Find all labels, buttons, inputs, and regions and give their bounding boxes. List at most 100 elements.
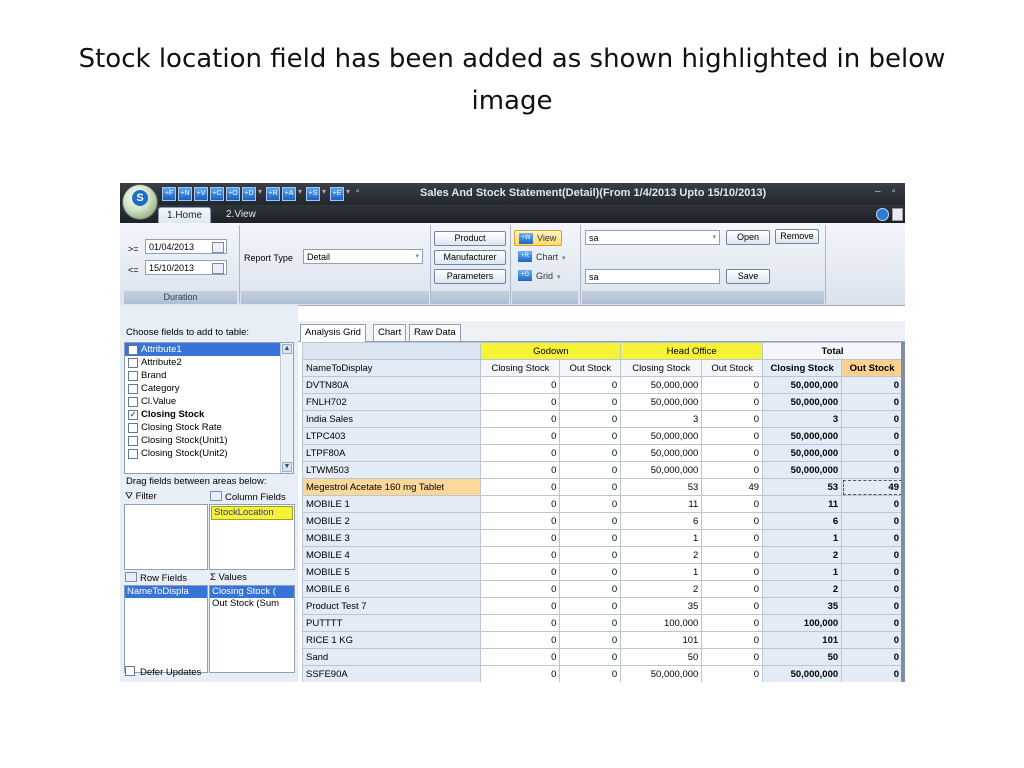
cell-t-os[interactable]: 0: [841, 665, 903, 682]
application-menu-button[interactable]: S: [122, 184, 158, 220]
cell-h-cs[interactable]: 1: [620, 529, 703, 547]
row-label[interactable]: India Sales: [301, 410, 482, 428]
cell-h-os[interactable]: 0: [701, 648, 764, 666]
cell-g-cs[interactable]: 0: [480, 563, 561, 581]
checkbox[interactable]: [128, 436, 138, 446]
row-label[interactable]: DVTN80A: [301, 376, 482, 394]
cell-h-os[interactable]: 0: [701, 563, 764, 581]
cell-h-cs[interactable]: 2: [620, 546, 703, 564]
cell-g-os[interactable]: 0: [559, 461, 622, 479]
row-header-label[interactable]: NameToDisplay: [301, 359, 482, 377]
cell-t-cs[interactable]: 6: [762, 512, 843, 530]
cell-h-cs[interactable]: 53: [620, 478, 703, 496]
tab-home[interactable]: 1.Home: [158, 207, 212, 224]
to-date-picker[interactable]: 15/10/2013: [145, 260, 227, 275]
cell-g-os[interactable]: 0: [559, 376, 622, 394]
cell-h-cs[interactable]: 35: [620, 597, 703, 615]
row-label[interactable]: LTPF80A: [301, 444, 482, 462]
cell-t-os[interactable]: 0: [841, 393, 903, 411]
cell-t-os[interactable]: 0: [841, 546, 903, 564]
manufacturer-button[interactable]: Manufacturer: [434, 250, 506, 265]
cell-t-cs[interactable]: 2: [762, 580, 843, 598]
cell-t-os[interactable]: 0: [841, 461, 903, 479]
row-fields-drop-zone[interactable]: NameToDispla: [124, 585, 208, 673]
quick-access-icon-3[interactable]: +V: [194, 187, 208, 201]
cell-t-cs[interactable]: 50: [762, 648, 843, 666]
quick-access-dropdown-icon-3[interactable]: ▾: [322, 187, 326, 196]
cell-g-cs[interactable]: 0: [480, 614, 561, 632]
customize-quick-access-icon[interactable]: ▫: [356, 186, 360, 197]
cell-g-cs[interactable]: 0: [480, 410, 561, 428]
row-label[interactable]: MOBILE 3: [301, 529, 482, 547]
tab-chart[interactable]: Chart: [373, 324, 407, 341]
parameters-button[interactable]: Parameters: [434, 269, 506, 284]
cell-t-os[interactable]: 0: [841, 580, 903, 598]
cell-h-os[interactable]: 0: [701, 393, 764, 411]
field-item[interactable]: Attribute1: [125, 343, 293, 356]
cell-g-os[interactable]: 0: [559, 427, 622, 445]
checkbox[interactable]: [128, 449, 138, 459]
table-row[interactable]: Megestrol Acetate 160 mg Tablet 0 0 53 49 53 4…: [301, 478, 903, 496]
row-label[interactable]: SSFE90A: [301, 665, 482, 682]
head-office-header[interactable]: Head Office: [620, 342, 764, 360]
cell-h-cs[interactable]: 101: [620, 631, 703, 649]
cell-t-os[interactable]: 0: [841, 376, 903, 394]
field-list-scrollbar[interactable]: ▲ ▼: [280, 343, 293, 473]
calendar-icon[interactable]: [212, 263, 224, 274]
value-field-item[interactable]: Out Stock (Sum: [210, 598, 294, 610]
checkbox[interactable]: [128, 423, 138, 433]
help-icon[interactable]: [876, 208, 889, 221]
cell-t-cs[interactable]: 1: [762, 563, 843, 581]
quick-access-dropdown-icon-4[interactable]: ▾: [346, 187, 350, 196]
cell-h-os[interactable]: 0: [701, 597, 764, 615]
row-label[interactable]: MOBILE 5: [301, 563, 482, 581]
quick-access-icon-2[interactable]: +N: [178, 187, 192, 201]
cell-g-os[interactable]: 0: [559, 614, 622, 632]
quick-access-icon-5[interactable]: +O: [226, 187, 240, 201]
cell-g-os[interactable]: 0: [559, 478, 622, 496]
field-item[interactable]: Brand: [125, 369, 293, 382]
table-row[interactable]: DVTN80A 0 0 50,000,000 0 50,000,000 0: [301, 376, 903, 394]
maximize-icon[interactable]: ▫: [892, 186, 896, 197]
field-item[interactable]: Closing Stock(Unit1): [125, 434, 293, 447]
table-row[interactable]: LTWM503 0 0 50,000,000 0 50,000,000 0: [301, 461, 903, 479]
table-row[interactable]: SSFE90A 0 0 50,000,000 0 50,000,000 0: [301, 665, 903, 682]
cell-g-cs[interactable]: 0: [480, 478, 561, 496]
cell-g-os[interactable]: 0: [559, 512, 622, 530]
table-row[interactable]: MOBILE 5001010: [301, 563, 903, 581]
from-date-picker[interactable]: 01/04/2013: [145, 239, 227, 254]
cell-t-os[interactable]: 0: [841, 529, 903, 547]
cell-t-os[interactable]: 0: [841, 631, 903, 649]
cell-h-os[interactable]: 0: [701, 665, 764, 682]
row-label[interactable]: MOBILE 2: [301, 512, 482, 530]
cell-g-cs[interactable]: 0: [480, 461, 561, 479]
cell-t-os[interactable]: 0: [841, 563, 903, 581]
row-label[interactable]: LTPC403: [301, 427, 482, 445]
open-button[interactable]: Open: [726, 230, 770, 245]
cell-g-cs[interactable]: 0: [480, 495, 561, 513]
table-row[interactable]: Product Test 7 0 0 35 0 35 0: [301, 597, 903, 615]
column-field-stocklocation[interactable]: StockLocation: [211, 506, 293, 520]
cell-t-cs[interactable]: 50,000,000: [762, 461, 843, 479]
quick-access-dropdown-icon-2[interactable]: ▾: [298, 187, 302, 196]
grid-scrollbar[interactable]: [901, 342, 905, 682]
view-button[interactable]: +W View: [514, 230, 562, 246]
cell-g-os[interactable]: 0: [559, 648, 622, 666]
layout-name-input[interactable]: sa: [585, 269, 720, 284]
grid-button[interactable]: +G Grid ▾: [514, 268, 574, 284]
cell-h-os[interactable]: 0: [701, 614, 764, 632]
cell-t-cs[interactable]: 2: [762, 546, 843, 564]
cell-g-os[interactable]: 0: [559, 631, 622, 649]
checkbox[interactable]: [128, 345, 138, 355]
cell-g-cs[interactable]: 0: [480, 393, 561, 411]
report-type-select[interactable]: Detail ▾: [303, 249, 423, 264]
cell-t-cs[interactable]: 50,000,000: [762, 665, 843, 682]
cell-g-cs[interactable]: 0: [480, 665, 561, 682]
cell-h-os[interactable]: 0: [701, 495, 764, 513]
table-row[interactable]: PUTTTT 0 0 100,000 0 100,000 0: [301, 614, 903, 632]
cell-h-os[interactable]: 0: [701, 512, 764, 530]
cell-t-os[interactable]: 0: [841, 648, 903, 666]
cell-t-os[interactable]: 0: [841, 444, 903, 462]
cell-h-cs[interactable]: 50,000,000: [620, 393, 703, 411]
cell-g-os[interactable]: 0: [559, 393, 622, 411]
